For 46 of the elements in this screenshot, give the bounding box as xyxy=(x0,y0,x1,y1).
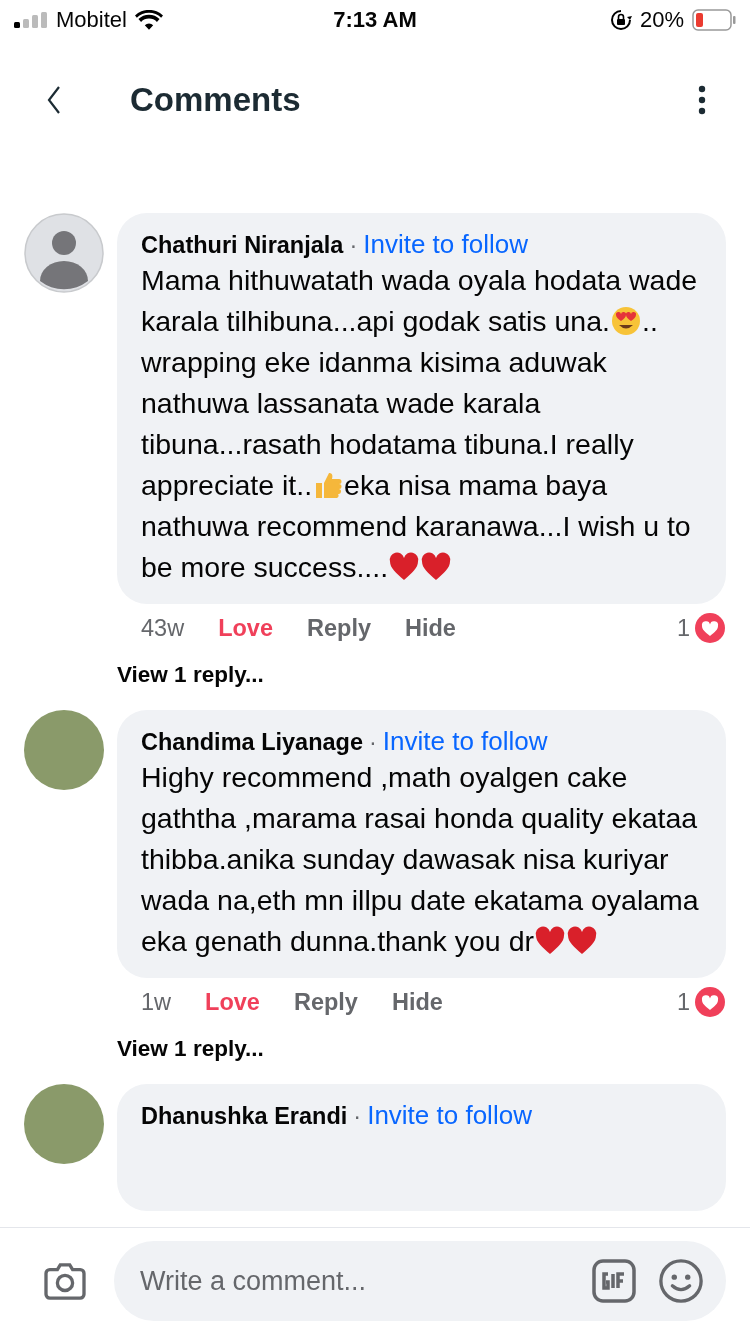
comment-action-button[interactable]: Reply xyxy=(307,614,371,642)
separator-dot: · xyxy=(349,232,358,259)
carrier-name: Mobitel xyxy=(56,7,127,33)
heart-emoji-icon xyxy=(420,551,453,583)
battery-percent: 20% xyxy=(639,7,684,33)
back-button[interactable] xyxy=(46,85,62,115)
camera-button[interactable] xyxy=(42,1262,88,1300)
heart-emoji-icon xyxy=(566,925,598,957)
separator-dot: · xyxy=(353,1103,362,1130)
separator-dot: · xyxy=(369,729,377,756)
love-reaction-icon[interactable] xyxy=(694,986,726,1018)
comment-input-field[interactable]: Write a comment... xyxy=(138,1264,570,1298)
heart-eyes-emoji-icon xyxy=(610,305,642,337)
author-name[interactable]: Dhanushka Erandi xyxy=(141,1103,348,1130)
rotation-lock-icon xyxy=(609,9,632,31)
view-replies-link[interactable]: View 1 reply... xyxy=(117,662,264,688)
gif-button[interactable] xyxy=(592,1259,636,1303)
comment-action-button[interactable]: Reply xyxy=(293,988,358,1016)
comment-text: Highy recommend ,math oyalgen cake gaththa ,marama rasai honda quality ekataa thibba.anika sunday dawasak nisa kuriyar wada na,eth mn illpu date ekatama oyalama eka genath dunna.thank you dr xyxy=(141,760,700,959)
comment-action-button[interactable]: Hide xyxy=(391,988,443,1016)
page-title: Comments xyxy=(130,81,302,119)
invite-to-follow-link[interactable]: Invite to follow xyxy=(382,726,548,757)
heart-emoji-icon xyxy=(388,551,421,583)
author-name[interactable]: Chathuri Niranjala xyxy=(141,232,344,259)
comment-text: Mama hithuwatath wada oyala hodata wade karala tilhibuna...api godak satis una. .. wrapping eke idanma kisima aduwak nathuwa lassanata wade karala tibuna...rasath hodatama tibuna.I really appreciate it.. eka nisa mama baya nathuwa recommend karanawa...I wish u to be more success.... xyxy=(141,263,699,585)
comment-action-button[interactable]: Love xyxy=(205,988,260,1016)
view-replies-link[interactable]: View 1 reply... xyxy=(117,1036,264,1062)
battery-icon xyxy=(692,9,736,31)
comment-action-button[interactable]: Hide xyxy=(405,614,456,642)
invite-to-follow-link[interactable]: Invite to follow xyxy=(367,1100,532,1131)
comment-age: 43w xyxy=(141,614,185,642)
signal-icon xyxy=(14,12,48,28)
emoji-button[interactable] xyxy=(658,1258,704,1304)
comment-age: 1w xyxy=(141,988,172,1016)
comment-action-button[interactable]: Love xyxy=(218,614,273,642)
clock-time: 7:13 AM xyxy=(333,7,417,33)
love-reaction-icon[interactable] xyxy=(694,612,726,644)
invite-to-follow-link[interactable]: Invite to follow xyxy=(363,229,528,260)
wifi-icon xyxy=(134,9,163,31)
reaction-count: 1 xyxy=(676,614,690,642)
comment-field[interactable]: Write a comment... xyxy=(114,1241,726,1321)
reaction-count: 1 xyxy=(676,988,690,1016)
avatar-silhouette-icon[interactable] xyxy=(24,213,104,293)
heart-emoji-icon xyxy=(534,925,566,957)
more-options-button[interactable] xyxy=(698,85,706,115)
author-name[interactable]: Chandima Liyanage xyxy=(141,729,363,756)
